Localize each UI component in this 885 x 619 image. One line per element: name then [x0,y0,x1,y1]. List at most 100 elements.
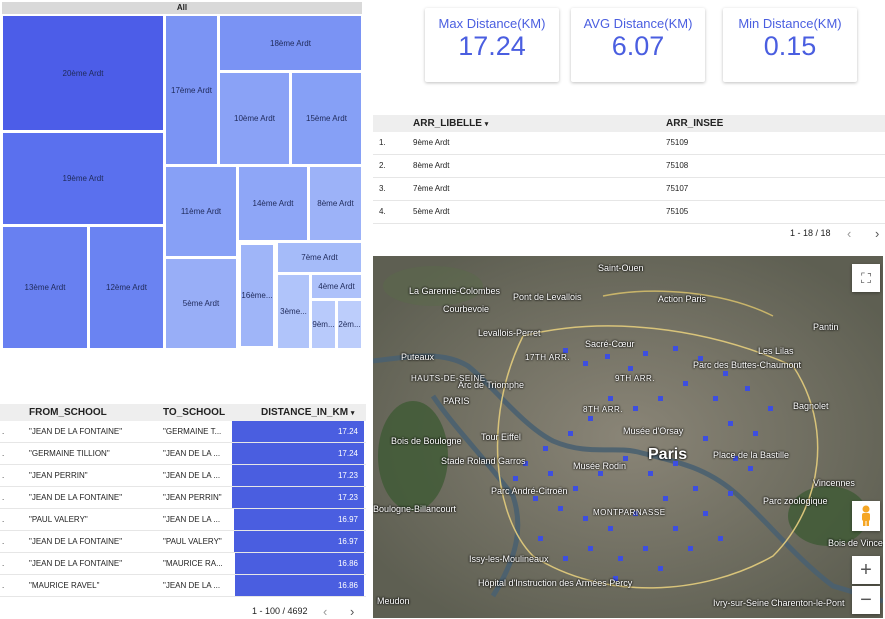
treemap-cell[interactable]: 10ème Ardt [219,72,290,165]
kpi-min-distance: Min Distance(KM) 0.15 [723,8,857,82]
school-marker[interactable] [753,431,758,436]
school-marker[interactable] [643,351,648,356]
kpi-avg-distance: AVG Distance(KM) 6.07 [571,8,705,82]
school-marker[interactable] [683,381,688,386]
school-marker[interactable] [583,516,588,521]
column-header-arr-insee[interactable]: ARR_INSEE [666,118,723,129]
treemap-cell[interactable]: 16ème... [238,242,276,349]
treemap-cell[interactable]: 14ème Ardt [238,166,308,241]
school-marker[interactable] [768,406,773,411]
zoom-in-button[interactable]: + [852,556,880,584]
table-row[interactable]: . "PAUL VALERY" "JEAN DE LA ... 16.97 [0,509,366,531]
treemap-cell[interactable]: 15ème Ardt [291,72,362,165]
treemap-cell[interactable]: 18ème Ardt [219,15,362,71]
column-header-to-school[interactable]: TO_SCHOOL [163,407,225,418]
treemap-cell[interactable]: 13ème Ardt [2,226,88,349]
school-marker[interactable] [693,486,698,491]
school-marker[interactable] [618,556,623,561]
school-marker[interactable] [745,386,750,391]
treemap-cell[interactable]: 3ème... [277,274,310,349]
kpi-value: 17.24 [458,31,526,61]
school-marker[interactable] [643,546,648,551]
chevron-right-icon[interactable]: › [875,226,879,241]
school-marker[interactable] [605,354,610,359]
table-row[interactable]: . "MAURICE RAVEL" "JEAN DE LA ... 16.86 [0,575,366,597]
table-row[interactable]: 4. 5ème Ardt 75105 [373,201,885,224]
school-marker[interactable] [658,566,663,571]
map-place-label: Musée Rodin [573,461,627,471]
treemap-cell[interactable]: 4ème Ardt [311,274,362,299]
school-marker[interactable] [563,556,568,561]
school-marker[interactable] [663,496,668,501]
table-row[interactable]: . "JEAN DE LA FONTAINE" "MAURICE RA... 16.8… [0,553,366,575]
column-header-arr-libelle[interactable]: ARR_LIBELLE ▾ [413,118,488,129]
column-header-from-school[interactable]: FROM_SCHOOL [29,407,107,418]
school-marker[interactable] [573,486,578,491]
school-marker[interactable] [588,546,593,551]
chevron-right-icon[interactable]: › [350,604,354,619]
zoom-out-button[interactable]: − [852,586,880,614]
school-marker[interactable] [673,346,678,351]
school-marker[interactable] [548,471,553,476]
table-row[interactable]: . "GERMAINE TILLION" "JEAN DE LA ... 17.24 [0,443,366,465]
map-place-label: Musée d'Orsay [623,426,684,436]
school-marker[interactable] [748,466,753,471]
treemap-cell[interactable]: 20ème Ardt [2,15,164,131]
treemap-cell[interactable]: 9èm... [311,300,336,349]
table-row[interactable]: 1. 9ème Ardt 75109 [373,132,885,155]
school-marker[interactable] [628,366,633,371]
treemap-cell[interactable]: 5ème Ardt [165,258,237,349]
table-row[interactable]: 3. 7ème Ardt 75107 [373,178,885,201]
treemap-cell[interactable]: 11ème Ardt [165,166,237,257]
table-row[interactable]: . "JEAN DE LA FONTAINE" "PAUL VALERY" 16.97 [0,531,366,553]
cell-distance: 17.24 [337,427,358,436]
table-row[interactable]: . "JEAN PERRIN" "JEAN DE LA ... 17.23 [0,465,366,487]
treemap-cell[interactable]: 12ème Ardt [89,226,164,349]
school-marker[interactable] [568,431,573,436]
school-marker[interactable] [648,471,653,476]
fullscreen-icon[interactable]: ⛶ [852,264,880,292]
cell-to-school: "GERMAINE T... [163,427,222,436]
school-marker[interactable] [608,526,613,531]
school-marker[interactable] [543,446,548,451]
cell-from-school: "JEAN DE LA FONTAINE" [29,493,123,502]
school-marker[interactable] [513,476,518,481]
map-place-label: PARIS [443,396,470,406]
school-marker[interactable] [718,536,723,541]
map-view[interactable]: Saint-Ouen La Garenne-Colombes Courbevoie P… [373,256,883,618]
chevron-left-icon[interactable]: ‹ [847,226,851,241]
map-place-label: La Garenne-Colombes [409,286,501,296]
school-marker[interactable] [558,506,563,511]
map-place-label: Boulogne-Billancourt [373,504,457,514]
table-row[interactable]: 2. 8ème Ardt 75108 [373,155,885,178]
table-row[interactable]: . "JEAN DE LA FONTAINE" "JEAN PERRIN" 17.23 [0,487,366,509]
school-marker[interactable] [658,396,663,401]
school-marker[interactable] [533,496,538,501]
kpi-value: 6.07 [611,31,665,61]
table-row[interactable]: . "JEAN DE LA FONTAINE" "GERMAINE T... 17.2… [0,421,366,443]
school-marker[interactable] [583,361,588,366]
treemap-cell[interactable]: 17ème Ardt [165,15,218,165]
treemap-cell[interactable]: 8ème Ardt [309,166,362,241]
school-marker[interactable] [728,491,733,496]
school-marker[interactable] [633,406,638,411]
map-place-label: Paris [648,446,688,463]
school-marker[interactable] [588,416,593,421]
treemap-cell[interactable]: 2èm... [337,300,362,349]
treemap-cell[interactable]: 7ème Ardt [277,242,362,273]
school-marker[interactable] [703,436,708,441]
school-marker[interactable] [608,396,613,401]
treemap-cell[interactable]: 19ème Ardt [2,132,164,225]
school-marker[interactable] [723,371,728,376]
column-header-distance[interactable]: DISTANCE_IN_KM ▾ [261,407,354,418]
pegman-icon[interactable] [852,501,880,531]
school-marker[interactable] [538,536,543,541]
school-marker[interactable] [713,396,718,401]
school-marker[interactable] [728,421,733,426]
chevron-left-icon[interactable]: ‹ [323,604,327,619]
school-marker[interactable] [673,526,678,531]
school-marker[interactable] [703,511,708,516]
distance-bar: 16.86 [235,575,364,596]
school-marker[interactable] [598,471,603,476]
school-marker[interactable] [688,546,693,551]
